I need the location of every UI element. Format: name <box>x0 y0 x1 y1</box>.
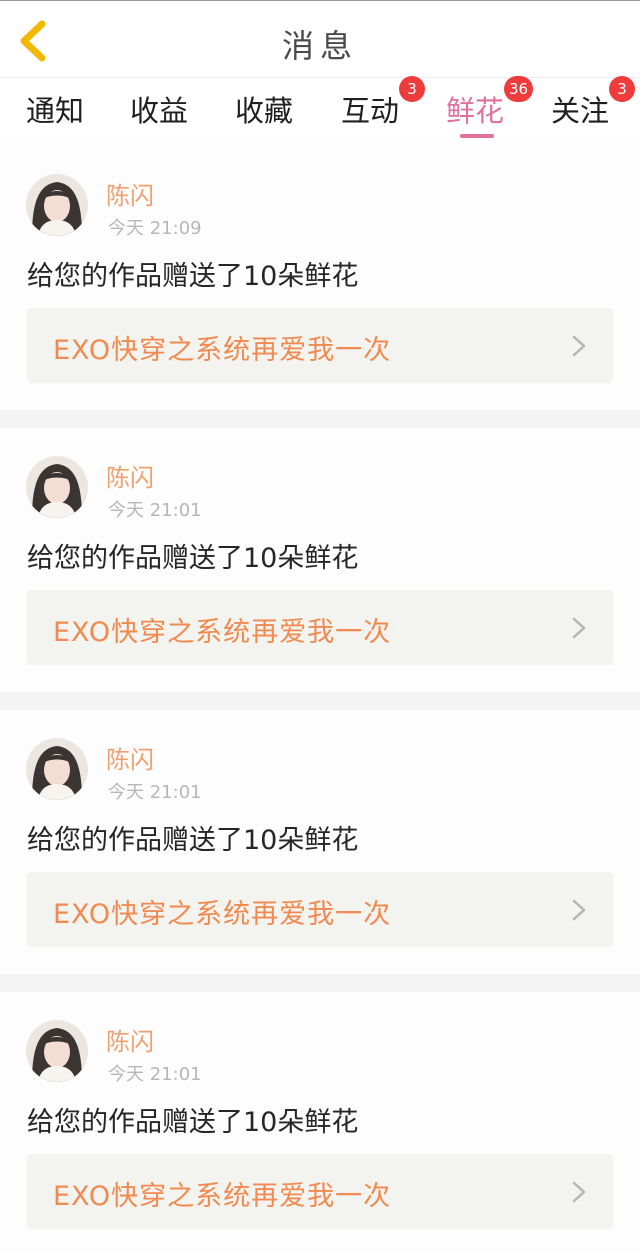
chevron-right-icon <box>572 335 586 357</box>
page-title: 消息 <box>281 27 358 65</box>
message-item: 陈闪 今天 21:09 给您的作品赠送了10朵鲜花 EXO快穿之系统再爱我一次 <box>0 154 640 410</box>
tab-bar: 通知 收益 收藏 互动 3 鲜花 36 关注 3 <box>0 76 640 140</box>
work-link[interactable]: EXO快穿之系统再爱我一次 <box>27 1154 613 1229</box>
messages-screen: 消息 通知 收益 收藏 互动 3 鲜花 36 关注 3 陈闪 今天 21:09 … <box>0 0 640 1253</box>
chevron-right-icon <box>572 617 586 639</box>
message-time: 今天 21:01 <box>108 1064 202 1085</box>
message-time: 今天 21:01 <box>108 500 202 521</box>
tab-label: 互动 <box>341 94 400 128</box>
tab-favorites[interactable]: 收藏 <box>235 88 293 138</box>
avatar[interactable] <box>26 738 88 800</box>
message-item: 陈闪 今天 21:01 给您的作品赠送了10朵鲜花 EXO快穿之系统再爱我一次 <box>0 436 640 692</box>
tab-flowers[interactable]: 鲜花 36 <box>446 76 534 138</box>
unread-badge: 36 <box>504 76 534 102</box>
sender-name[interactable]: 陈闪 <box>106 176 154 211</box>
tab-notifications[interactable]: 通知 <box>26 88 84 138</box>
sender-name[interactable]: 陈闪 <box>106 458 154 493</box>
work-title: EXO快穿之系统再爱我一次 <box>53 1181 392 1212</box>
work-title: EXO快穿之系统再爱我一次 <box>53 617 392 648</box>
tab-label: 关注 <box>551 94 610 128</box>
chevron-right-icon <box>572 1181 586 1203</box>
message-text: 给您的作品赠送了10朵鲜花 <box>27 825 359 856</box>
header-bar: 消息 <box>0 0 640 78</box>
tab-label: 收藏 <box>235 94 294 128</box>
message-text: 给您的作品赠送了10朵鲜花 <box>27 543 359 574</box>
tab-label: 通知 <box>26 94 85 128</box>
avatar[interactable] <box>26 174 88 236</box>
work-link[interactable]: EXO快穿之系统再爱我一次 <box>27 590 613 665</box>
tab-interactions[interactable]: 互动 3 <box>341 76 425 138</box>
card-divider <box>0 692 640 710</box>
message-item: 陈闪 今天 21:01 给您的作品赠送了10朵鲜花 EXO快穿之系统再爱我一次 <box>0 1000 640 1253</box>
message-time: 今天 21:09 <box>108 218 202 239</box>
avatar[interactable] <box>26 456 88 518</box>
message-time: 今天 21:01 <box>108 782 202 803</box>
chevron-right-icon <box>572 899 586 921</box>
tab-label: 鲜花 <box>446 94 505 128</box>
message-text: 给您的作品赠送了10朵鲜花 <box>27 261 359 292</box>
unread-badge: 3 <box>609 76 635 102</box>
card-divider <box>0 410 640 428</box>
unread-badge: 3 <box>399 76 425 102</box>
work-title: EXO快穿之系统再爱我一次 <box>53 335 392 366</box>
sender-name[interactable]: 陈闪 <box>106 1022 154 1057</box>
tab-label: 收益 <box>130 94 189 128</box>
work-link[interactable]: EXO快穿之系统再爱我一次 <box>27 872 613 947</box>
card-divider <box>0 974 640 992</box>
tab-earnings[interactable]: 收益 <box>130 88 188 138</box>
message-item: 陈闪 今天 21:01 给您的作品赠送了10朵鲜花 EXO快穿之系统再爱我一次 <box>0 718 640 974</box>
message-text: 给您的作品赠送了10朵鲜花 <box>27 1107 359 1138</box>
active-tab-indicator <box>460 134 494 138</box>
avatar[interactable] <box>26 1020 88 1082</box>
tab-follows[interactable]: 关注 3 <box>551 76 635 138</box>
work-title: EXO快穿之系统再爱我一次 <box>53 899 392 930</box>
sender-name[interactable]: 陈闪 <box>106 740 154 775</box>
work-link[interactable]: EXO快穿之系统再爱我一次 <box>27 308 613 383</box>
